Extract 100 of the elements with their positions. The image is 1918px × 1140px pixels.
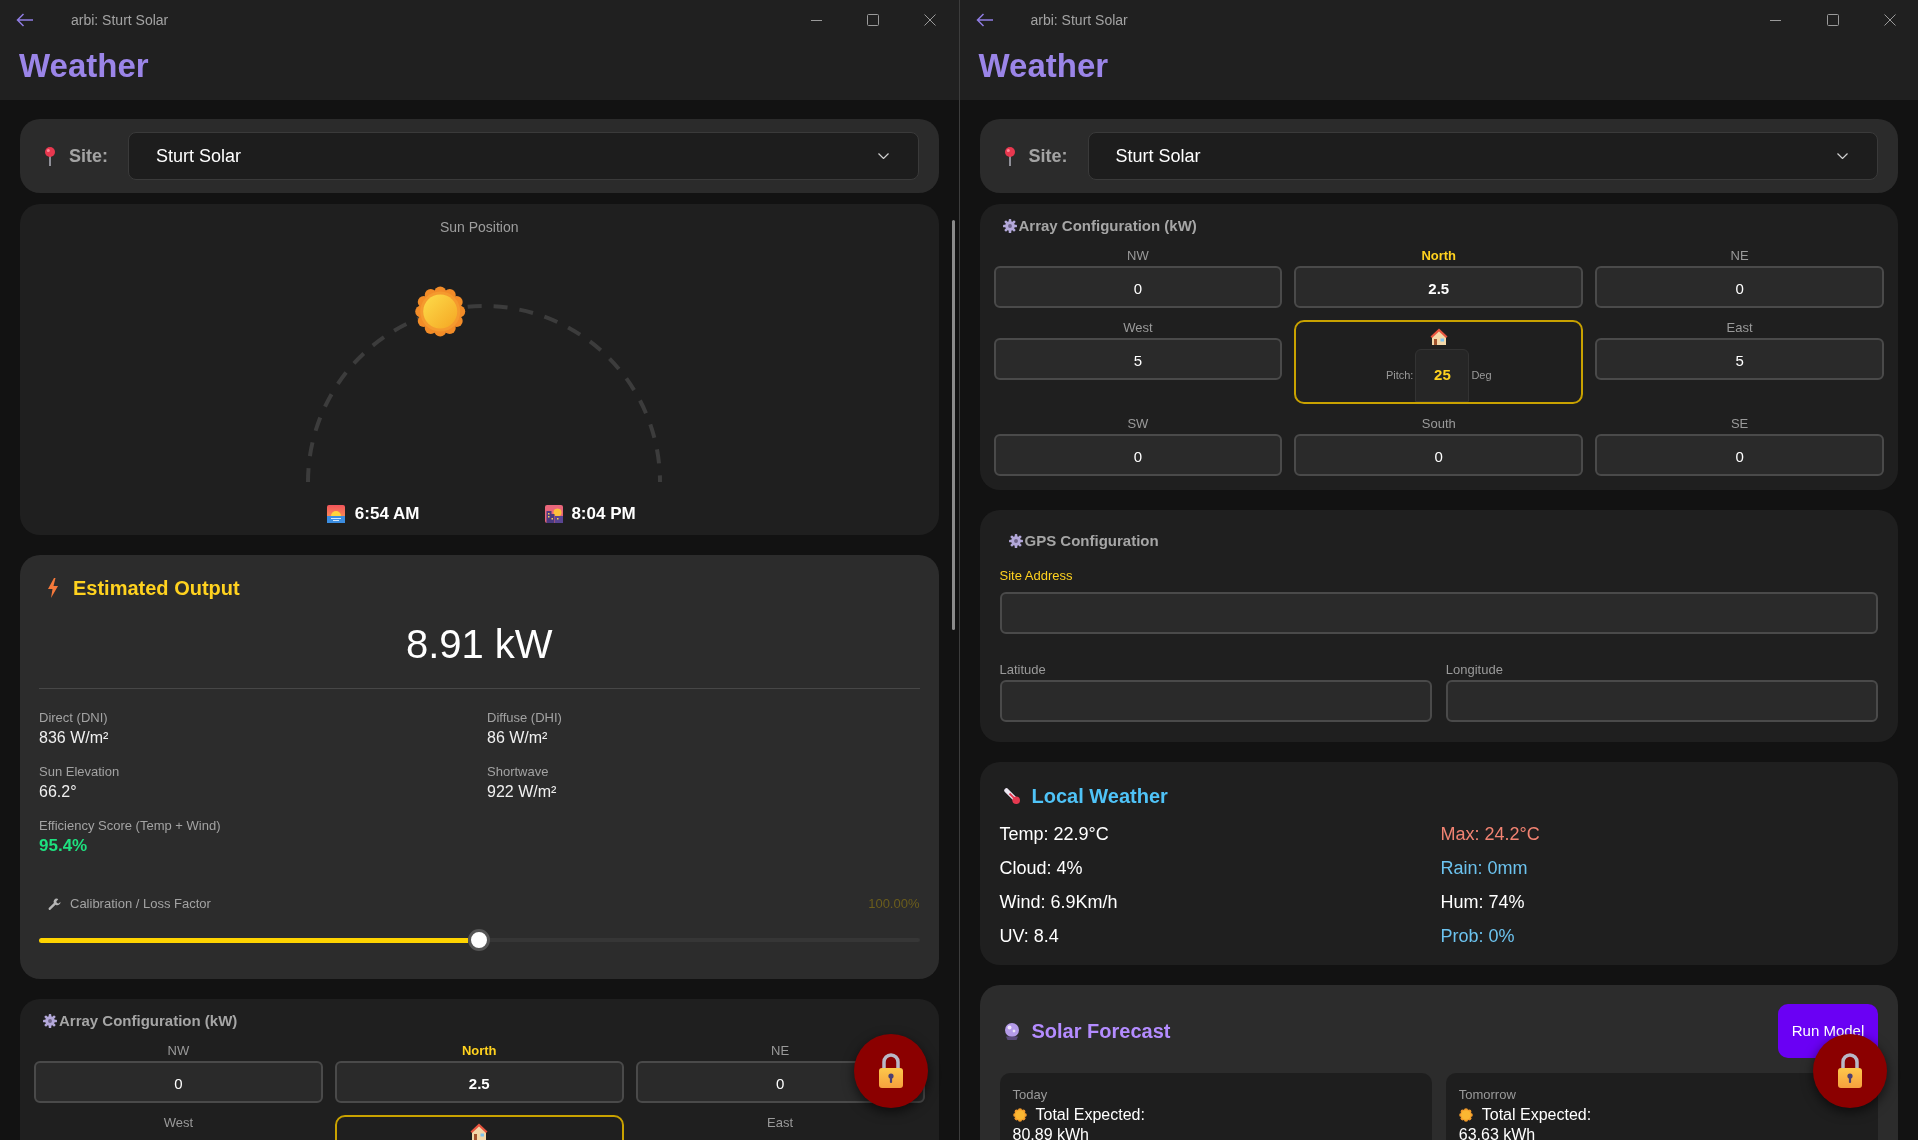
direction-label: SW <box>1127 416 1149 432</box>
maximize-icon <box>867 14 879 26</box>
thermometer-icon <box>1002 787 1021 805</box>
section-title: Array Configuration (kW) <box>59 1010 238 1031</box>
wrench-icon <box>48 897 61 911</box>
direction-label: SE <box>1730 416 1749 432</box>
sun-icon <box>1012 1108 1027 1122</box>
section-title: Array Configuration (kW) <box>1018 215 1197 236</box>
stat-value: 836 W/m² <box>39 728 109 748</box>
total-label: Total Expected: <box>1481 1105 1592 1125</box>
direction-label: NW <box>1127 248 1149 264</box>
number-field[interactable]: 0 <box>1595 266 1884 308</box>
sun-icon <box>1458 1108 1473 1122</box>
section-title: Local Weather <box>1031 784 1168 809</box>
scrollbar[interactable] <box>951 220 955 630</box>
site-label: Site: <box>69 144 108 168</box>
direction-label: West <box>163 1115 194 1131</box>
minimize-icon <box>810 19 822 21</box>
stat-value: 922 W/m² <box>487 782 557 802</box>
weather-reading: Hum: 74% <box>1440 891 1525 914</box>
window-title: arbi: Sturt Solar <box>1030 10 1128 30</box>
stat-label: Shortwave <box>487 763 549 781</box>
direction-label: NW <box>167 1043 190 1059</box>
window-title: arbi: Sturt Solar <box>71 10 169 30</box>
pitch-field[interactable]: 25 <box>1415 349 1470 402</box>
field-label: Latitude <box>999 662 1046 678</box>
weather-reading: Rain: 0mm <box>1440 857 1528 880</box>
maximize-icon <box>1826 14 1839 26</box>
gear-icon <box>1002 219 1017 233</box>
page-title: Weather <box>978 47 1109 84</box>
field-label: Site Address <box>999 568 1073 584</box>
weather-reading: Temp: 22.9°C <box>999 823 1109 846</box>
sunrise-icon <box>326 505 345 523</box>
gear-icon <box>43 1014 57 1028</box>
text-field[interactable] <box>999 680 1432 722</box>
number-field[interactable]: 2.5 <box>334 1061 624 1103</box>
text-field[interactable] <box>999 592 1878 634</box>
number-field[interactable]: 0 <box>1595 434 1884 476</box>
sunset-time: 8:04 PM <box>571 503 636 525</box>
direction-label: North <box>461 1043 497 1059</box>
slider-thumb[interactable] <box>468 929 491 951</box>
site-label: Site: <box>1028 144 1068 168</box>
weather-reading: UV: 8.4 <box>999 925 1059 948</box>
close-icon <box>924 14 936 26</box>
slider-reading: 100.00% <box>868 895 920 913</box>
direction-label: West <box>1123 320 1153 336</box>
output-value: 8.91 kW <box>405 621 553 668</box>
direction-label: North <box>1421 248 1457 264</box>
stat-value: 86 W/m² <box>487 728 548 748</box>
number-field[interactable]: 0 <box>993 434 1283 476</box>
number-field[interactable]: 2.5 <box>1294 266 1584 308</box>
close-icon <box>1883 14 1896 26</box>
pitch-label: Pitch: <box>1385 368 1414 384</box>
sunrise-time: 6:54 AM <box>354 503 420 525</box>
field-label: Longitude <box>1445 662 1503 678</box>
direction-label: NE <box>771 1043 790 1059</box>
direction-label: East <box>1726 320 1753 336</box>
number-field[interactable]: 0 <box>993 266 1283 308</box>
city-sunset-icon <box>545 505 564 523</box>
stat-value: 66.2° <box>39 782 77 802</box>
chevron-down-icon <box>1837 153 1848 159</box>
gear-icon <box>1008 534 1023 548</box>
stat-label: Sun Elevation <box>39 763 120 781</box>
weather-reading: Cloud: 4% <box>999 857 1083 880</box>
day-label: Tomorrow <box>1458 1087 1516 1103</box>
page-title: Weather <box>19 47 149 84</box>
stat-label: Efficiency Score (Temp + Wind) <box>39 817 221 835</box>
padlock-icon <box>1835 1053 1865 1089</box>
pin-icon <box>1003 146 1016 166</box>
number-field[interactable]: 5 <box>993 338 1283 380</box>
weather-reading: Max: 24.2°C <box>1440 823 1540 846</box>
section-title: Sun Position <box>439 218 519 236</box>
direction-label: NE <box>1730 248 1749 264</box>
pin-icon <box>44 146 56 166</box>
number-field[interactable]: 0 <box>1294 434 1584 476</box>
number-field[interactable]: 5 <box>1595 338 1884 380</box>
direction-label: South <box>1421 416 1456 432</box>
section-title: Solar Forecast <box>1031 1019 1171 1044</box>
day-label: Today <box>1012 1087 1048 1103</box>
direction-label: East <box>767 1115 794 1131</box>
stat-label: Diffuse (DHI) <box>487 709 562 727</box>
text-field[interactable] <box>1445 680 1878 722</box>
total-label: Total Expected: <box>1035 1105 1145 1125</box>
weather-reading: Prob: 0% <box>1440 925 1515 948</box>
house-icon <box>470 1123 489 1140</box>
section-title: GPS Configuration <box>1024 530 1159 551</box>
site-dropdown[interactable]: Sturt Solar <box>128 132 919 180</box>
minimize-icon <box>1770 19 1781 21</box>
weather-reading: Wind: 6.9Km/h <box>999 891 1118 914</box>
total-value: 80.89 kWh <box>1012 1125 1089 1140</box>
slider-label: Calibration / Loss Factor <box>70 895 211 913</box>
chevron-down-icon <box>877 153 889 159</box>
lightning-icon <box>47 578 59 598</box>
site-dropdown[interactable]: Sturt Solar <box>1087 132 1878 180</box>
total-value: 63.63 kWh <box>1458 1125 1536 1140</box>
house-icon <box>1429 328 1448 346</box>
back-arrow-icon <box>16 13 34 27</box>
back-arrow-icon <box>975 13 994 27</box>
number-field[interactable]: 0 <box>34 1061 323 1103</box>
section-title: Estimated Output <box>73 576 240 601</box>
